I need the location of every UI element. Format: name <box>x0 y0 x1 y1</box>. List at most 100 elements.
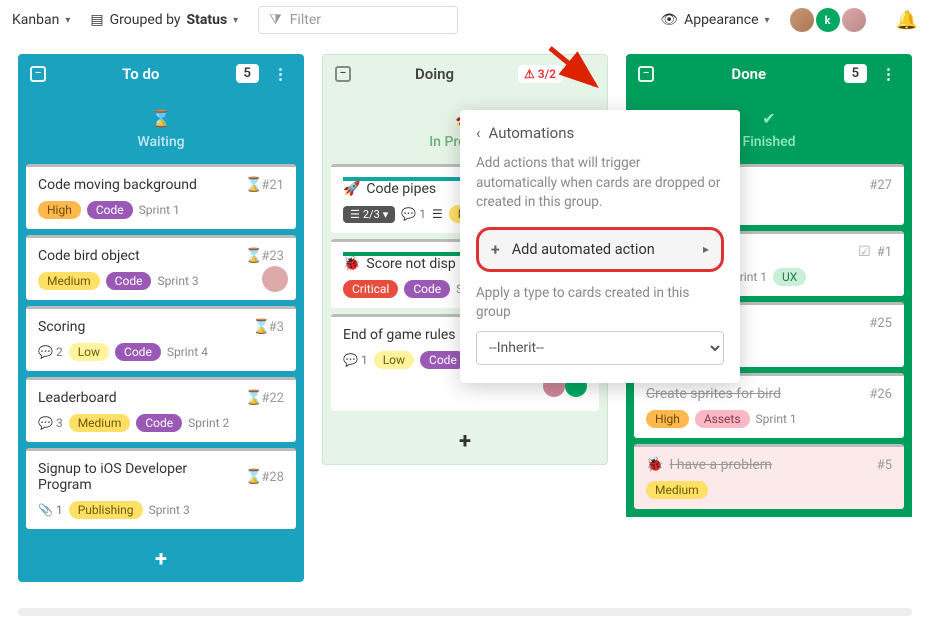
collapse-icon[interactable]: – <box>638 66 654 82</box>
card-id: #26 <box>869 387 892 402</box>
column-header: – Done 5 ⋮ <box>626 54 912 93</box>
assignee-avatar[interactable] <box>262 266 288 292</box>
plus-icon: + <box>491 240 500 259</box>
card-title: Leaderboard <box>38 390 239 406</box>
sprint-tag: Sprint 3 <box>149 503 190 517</box>
hourglass-icon: ⌛ <box>245 390 255 406</box>
subtask-progress: ☰ 2/3 ▾ <box>343 206 395 223</box>
popover-subdescription: Apply a type to cards created in this gr… <box>476 284 724 323</box>
priority-pill: Medium <box>69 414 131 432</box>
chevron-down-icon: ▾ <box>233 15 238 26</box>
chevron-down-icon: ▾ <box>765 15 770 26</box>
category-pill: Code <box>87 201 133 219</box>
group-label: Grouped by <box>110 12 181 28</box>
scrollbar[interactable] <box>18 608 912 616</box>
column-menu-icon[interactable]: ⋮ <box>269 65 292 83</box>
chevron-right-icon: ▸ <box>703 242 709 256</box>
card[interactable]: Scoring⌛#3 💬2 Low Code Sprint 4 <box>26 306 296 371</box>
card-id: #5 <box>877 458 892 473</box>
group-by[interactable]: ▤ Grouped by Status ▾ <box>90 12 238 28</box>
card-type-select[interactable]: --Inherit-- <box>476 331 724 365</box>
topbar: Kanban ▾ ▤ Grouped by Status ▾ ⧩ Filter … <box>0 0 930 40</box>
category-pill: Assets <box>695 410 750 428</box>
hourglass-icon: ⌛ <box>245 177 255 193</box>
chevron-down-icon: ▾ <box>65 15 70 26</box>
avatar[interactable]: k <box>816 8 840 32</box>
group-value: Status <box>187 12 228 28</box>
check-icon: ✔ <box>762 109 775 128</box>
appearance-menu[interactable]: 👁 Appearance ▾ <box>660 12 769 28</box>
category-pill: Code <box>404 280 450 298</box>
presence-avatars: k <box>790 8 866 32</box>
action-label: Add automated action <box>512 241 655 258</box>
list-icon: ☰ <box>432 207 443 221</box>
priority-pill: High <box>38 201 81 219</box>
card-count: 5 <box>844 64 867 83</box>
add-card-button[interactable]: + <box>323 419 607 464</box>
card-id: #28 <box>261 470 284 485</box>
comment-count: 💬1 <box>401 207 426 221</box>
view-switcher[interactable]: Kanban ▾ <box>12 12 70 28</box>
avatar[interactable] <box>790 8 814 32</box>
popover-description: Add actions that will trigger automatica… <box>476 154 724 213</box>
category-pill: Code <box>115 343 161 361</box>
card-id: #25 <box>869 316 892 331</box>
appearance-label: Appearance <box>684 12 758 28</box>
chevron-left-icon: ‹ <box>476 124 481 142</box>
column-title: Doing <box>361 65 508 83</box>
comment-count: 💬3 <box>38 416 63 430</box>
category-pill: Code <box>420 351 466 369</box>
column-menu-icon[interactable]: ⋮ <box>877 65 900 83</box>
card-title: Create sprites for bird <box>646 386 863 402</box>
attachment-count: 📎1 <box>38 503 63 517</box>
card[interactable]: Code bird object⌛#23 Medium Code Sprint … <box>26 235 296 300</box>
add-automated-action-button[interactable]: + Add automated action ▸ <box>476 227 724 272</box>
sprint-tag: Sprint 1 <box>139 203 180 217</box>
card[interactable]: Signup to iOS Developer Program⌛#28 📎1 P… <box>26 448 296 529</box>
popover-back[interactable]: ‹ Automations <box>476 124 724 142</box>
card-id: #21 <box>261 178 284 193</box>
sprint-tag: Sprint 2 <box>188 416 229 430</box>
card-id: #1 <box>877 245 892 260</box>
filter-icon: ⧩ <box>269 12 282 28</box>
card-id: #27 <box>869 178 892 193</box>
card-title: Code bird object <box>38 248 239 264</box>
sprint-tag: Sprint 3 <box>157 274 198 288</box>
notifications-icon[interactable]: 🔔 <box>896 10 918 31</box>
card[interactable]: Leaderboard ⌛ #22 💬3 Medium Code Sprint 2 <box>26 377 296 442</box>
column-title: To do <box>56 65 226 83</box>
card-id: #22 <box>261 391 284 406</box>
priority-pill: Low <box>69 343 109 361</box>
column-header: – To do 5 ⋮ <box>18 54 304 93</box>
card-title: Scoring <box>38 319 247 335</box>
hourglass-icon: ⌛ <box>245 469 255 485</box>
sprint-tag: Sprint 1 <box>756 412 797 426</box>
collapse-icon[interactable]: – <box>30 66 46 82</box>
column-menu-icon[interactable]: ⋮ <box>572 65 595 83</box>
priority-pill: High <box>646 410 689 428</box>
category-pill: Code <box>136 414 182 432</box>
card[interactable]: 🐞 I have a problem #5 Medium <box>634 444 904 509</box>
collapse-icon[interactable]: – <box>335 66 351 82</box>
hourglass-icon: ⌛ <box>253 319 263 335</box>
avatar[interactable] <box>842 8 866 32</box>
card-list: Code moving background ⌛ #21 High Code Spr… <box>18 164 304 537</box>
comment-count: 💬1 <box>343 353 368 367</box>
card-title: Code moving background <box>38 177 239 193</box>
card-title: I have a problem <box>669 457 870 473</box>
card-count: 5 <box>236 64 259 83</box>
sprint-tag: Sprint 4 <box>167 345 208 359</box>
popover-title: Automations <box>489 124 575 142</box>
priority-pill: Medium <box>38 272 100 290</box>
category-pill: Publishing <box>69 501 143 519</box>
card[interactable]: Code moving background ⌛ #21 High Code Spr… <box>26 164 296 229</box>
bug-icon: 🐞 <box>646 457 663 473</box>
automations-popover: ‹ Automations Add actions that will trig… <box>460 110 740 383</box>
add-card-button[interactable]: + <box>18 537 304 582</box>
column-title: Done <box>664 65 834 83</box>
filter-input[interactable]: ⧩ Filter <box>258 6 458 34</box>
stack-icon: ▤ <box>90 12 103 28</box>
hourglass-icon: ⌛ <box>151 109 171 128</box>
priority-pill: Medium <box>646 481 708 499</box>
eye-icon: 👁 <box>660 12 678 28</box>
